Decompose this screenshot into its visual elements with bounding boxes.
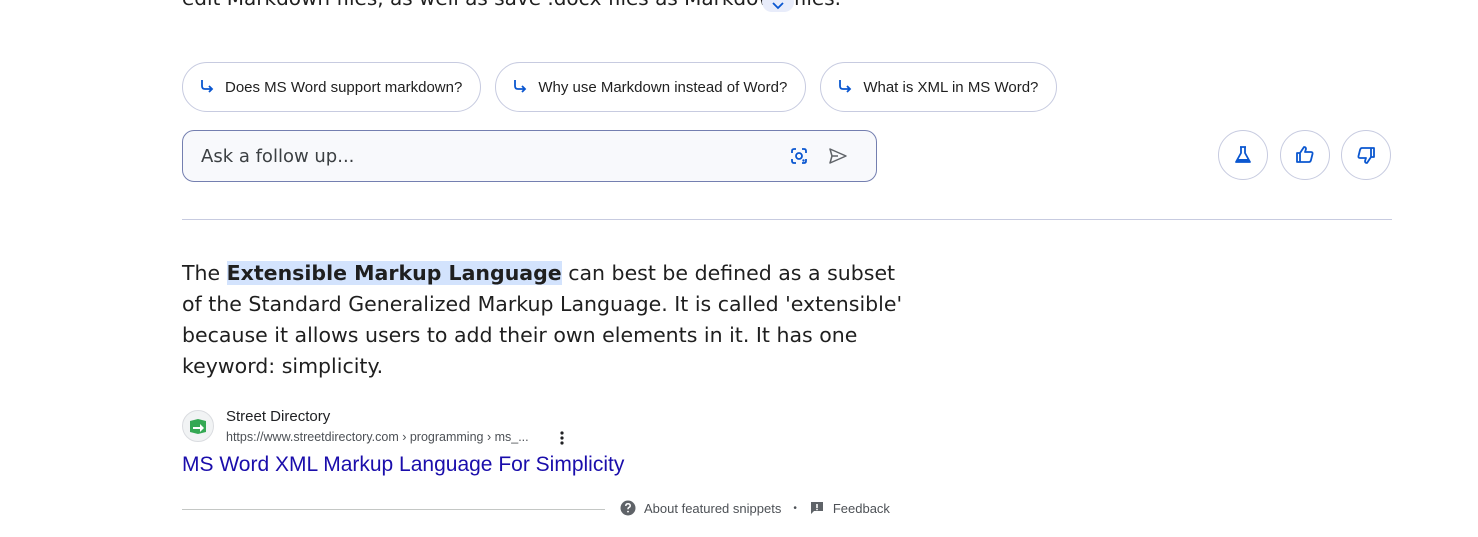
about-label: About featured snippets: [644, 500, 782, 516]
thumbs-down-icon: [1357, 147, 1375, 164]
help-icon: [620, 500, 636, 516]
suggestion-chip[interactable]: Does MS Word support markdown?: [182, 62, 482, 112]
snippet-text-before: The: [182, 261, 227, 285]
about-featured-snippets[interactable]: About featured snippets: [620, 500, 781, 516]
follow-up-box: [182, 130, 877, 182]
suggestion-label: Does MS Word support markdown?: [225, 78, 463, 96]
send-icon: [829, 148, 847, 164]
suggestion-label: Why use Markdown instead of Word?: [538, 78, 788, 96]
feedback-label: Feedback: [832, 500, 890, 516]
feedback-link[interactable]: Feedback: [809, 500, 890, 516]
labs-button[interactable]: [1218, 130, 1268, 180]
feedback-icon: [810, 502, 823, 514]
featured-snippet-text: The Extensible Markup Language can best …: [182, 258, 912, 382]
source-site-name[interactable]: Street Directory: [226, 408, 330, 425]
footer-divider: [182, 509, 605, 510]
thumbs-up-icon: [1296, 146, 1314, 163]
suggestion-label: What is XML in MS Word?: [863, 78, 1039, 96]
more-options-button[interactable]: [552, 428, 572, 448]
footer-separator: •: [793, 502, 797, 514]
street-directory-logo-icon: [190, 419, 206, 434]
google-lens-icon: [791, 148, 807, 164]
snippet-highlight: Extensible Markup Language: [226, 261, 562, 285]
google-lens-button[interactable]: [789, 146, 809, 171]
labs-flask-icon: [1235, 146, 1251, 163]
follow-up-input[interactable]: [201, 144, 761, 168]
suggestion-arrow-icon: [514, 80, 527, 93]
suggestion-arrow-icon: [201, 80, 214, 93]
source-url[interactable]: https://www.streetdirectory.com › progra…: [226, 430, 529, 444]
send-button[interactable]: [828, 147, 848, 170]
thumbs-down-button[interactable]: [1341, 130, 1391, 180]
previous-answer-text: edit Markdown files, as well as save .do…: [182, 0, 841, 12]
more-vert-icon: [560, 431, 564, 445]
expand-answer-button[interactable]: [762, 0, 794, 12]
result-title-link[interactable]: MS Word XML Markup Language For Simplici…: [182, 453, 624, 477]
chevron-down-icon: [772, 2, 784, 10]
suggestion-arrow-icon: [839, 80, 852, 93]
section-divider: [182, 219, 1392, 220]
snippet-footer: About featured snippets • Feedback: [620, 500, 890, 516]
suggestion-chips: Does MS Word support markdown? Why use M…: [182, 62, 1058, 112]
suggestion-chip[interactable]: What is XML in MS Word?: [820, 62, 1058, 112]
site-favicon[interactable]: [182, 410, 214, 442]
thumbs-up-button[interactable]: [1280, 130, 1330, 180]
suggestion-chip[interactable]: Why use Markdown instead of Word?: [495, 62, 807, 112]
